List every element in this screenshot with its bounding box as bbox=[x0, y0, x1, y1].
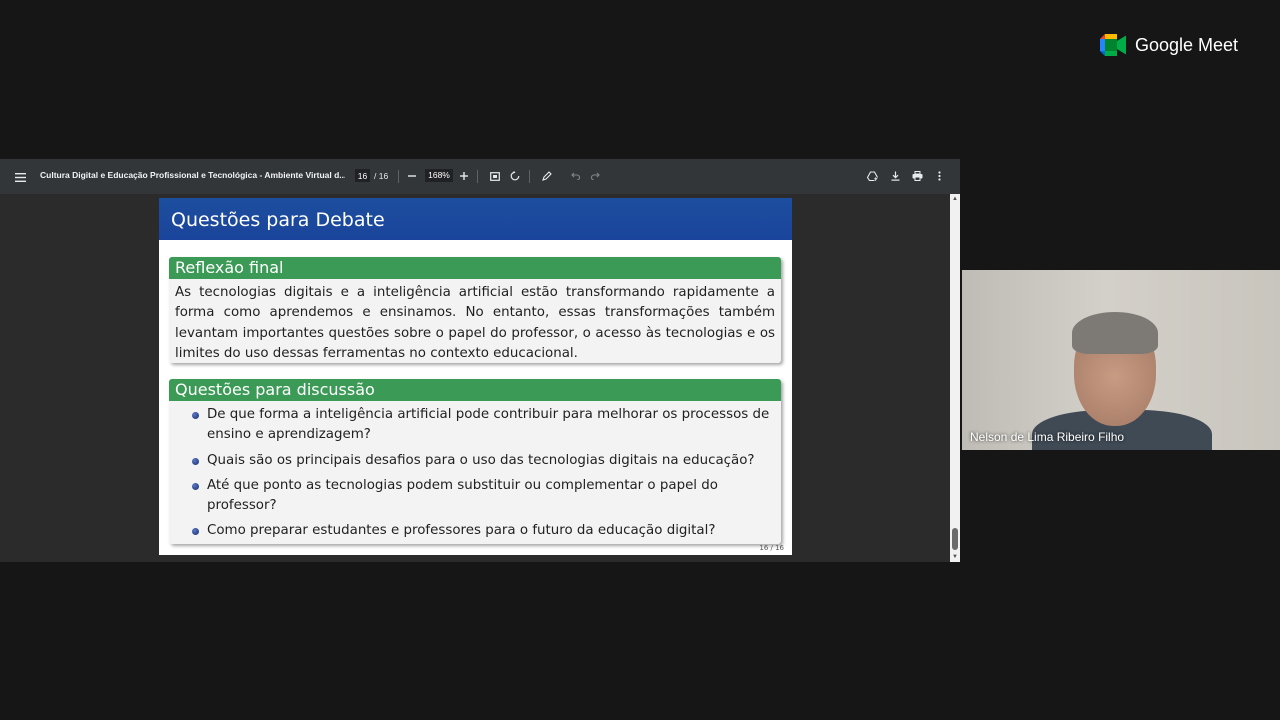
zoom-out-icon[interactable] bbox=[403, 167, 421, 185]
save-to-drive-icon[interactable] bbox=[863, 167, 881, 185]
list-item: De que forma a inteligência artificial p… bbox=[192, 405, 781, 446]
question-text: Como preparar estudantes e professores p… bbox=[207, 523, 716, 539]
reflection-block-heading: Reflexão final bbox=[169, 257, 781, 279]
participant-video-tile[interactable]: Nelson de Lima Ribeiro Filho bbox=[962, 270, 1280, 450]
bullet-icon bbox=[192, 528, 199, 536]
presentation-stage: Cultura Digital e Educação Profissional … bbox=[0, 0, 960, 720]
fit-page-icon[interactable] bbox=[486, 167, 504, 185]
list-item: Quais são os principais desafios para o … bbox=[192, 451, 781, 471]
scroll-up-icon[interactable]: ▲ bbox=[951, 195, 959, 203]
slide-header-bar: Questões para Debate bbox=[159, 198, 792, 240]
discussion-block-heading: Questões para discussão bbox=[169, 379, 781, 401]
slide-page: Questões para Debate Reflexão final As t… bbox=[159, 198, 792, 555]
slide-title: Questões para Debate bbox=[171, 209, 385, 231]
redo-icon[interactable] bbox=[586, 167, 604, 185]
reflection-block: Reflexão final As tecnologias digitais e… bbox=[169, 257, 781, 363]
undo-icon[interactable] bbox=[566, 167, 584, 185]
page-number-input[interactable] bbox=[355, 169, 370, 182]
question-text: Quais são os principais desafios para o … bbox=[207, 452, 755, 468]
meet-camera-icon bbox=[1100, 34, 1126, 56]
list-item: Até que ponto as tecnologias podem subst… bbox=[192, 476, 781, 517]
print-icon[interactable] bbox=[908, 167, 926, 185]
annotate-pen-icon[interactable] bbox=[538, 167, 556, 185]
menu-icon[interactable] bbox=[11, 168, 29, 186]
slide-page-number: 16 / 16 bbox=[759, 544, 784, 552]
reflection-block-text: As tecnologias digitais e a inteligência… bbox=[175, 285, 775, 361]
page-total: / 16 bbox=[374, 170, 389, 181]
download-icon[interactable] bbox=[886, 167, 904, 185]
participant-hair bbox=[1072, 312, 1158, 354]
participant-name: Nelson de Lima Ribeiro Filho bbox=[970, 430, 1125, 444]
more-options-icon[interactable] bbox=[930, 167, 948, 185]
pdf-toolbar: Cultura Digital e Educação Profissional … bbox=[0, 159, 960, 194]
meet-brand-text: Google Meet bbox=[1135, 34, 1239, 55]
page-selector: / 16 bbox=[355, 169, 388, 182]
zoom-level[interactable]: 168% bbox=[425, 169, 453, 182]
zoom-in-icon[interactable] bbox=[455, 167, 473, 185]
scroll-down-icon[interactable]: ▼ bbox=[951, 553, 959, 561]
rotate-icon[interactable] bbox=[506, 167, 524, 185]
discussion-block: Questões para discussão De que forma a i… bbox=[169, 379, 781, 544]
toolbar-divider bbox=[529, 170, 530, 183]
list-item: Como preparar estudantes e professores p… bbox=[192, 521, 781, 541]
vertical-scrollbar[interactable]: ▲ ▼ bbox=[950, 194, 960, 562]
toolbar-divider bbox=[477, 170, 478, 183]
google-meet-logo: Google Meet bbox=[1100, 34, 1238, 56]
discussion-question-list: De que forma a inteligência artificial p… bbox=[169, 401, 781, 542]
document-title: Cultura Digital e Educação Profissional … bbox=[40, 170, 345, 180]
document-viewport[interactable]: Questões para Debate Reflexão final As t… bbox=[0, 194, 960, 562]
question-text: De que forma a inteligência artificial p… bbox=[207, 407, 770, 443]
bullet-icon bbox=[192, 412, 199, 419]
scrollbar-thumb[interactable] bbox=[952, 528, 958, 550]
question-text: Até que ponto as tecnologias podem subst… bbox=[207, 477, 718, 514]
toolbar-divider bbox=[398, 170, 399, 183]
bullet-icon bbox=[192, 482, 199, 490]
bullet-icon bbox=[192, 457, 199, 465]
